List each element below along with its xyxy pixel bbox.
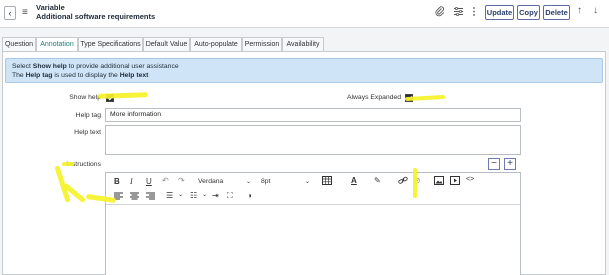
link-icon[interactable] bbox=[398, 176, 408, 187]
bullet-list-chevron-icon[interactable]: ⌄ bbox=[178, 191, 183, 198]
hamburger-menu-icon[interactable]: ≡ bbox=[22, 7, 28, 18]
info-line-1: Select Show help to provide additional u… bbox=[12, 63, 179, 70]
table-icon[interactable] bbox=[322, 176, 332, 187]
settings-sliders-icon[interactable] bbox=[453, 6, 464, 19]
numbered-list-chevron-icon[interactable]: ⌄ bbox=[202, 191, 207, 198]
undo-icon[interactable]: ↶ bbox=[162, 176, 169, 185]
form-header: ‹ ≡ Variable Additional software require… bbox=[0, 0, 609, 28]
help-tag-label: Help tag bbox=[75, 112, 101, 119]
editor-toolbar: B I U ↶ ↷ Verdana ⌄ 8pt ⌄ A ✎ ⊘ <> ☰ ⌄ ☷… bbox=[106, 173, 520, 205]
more-options-icon[interactable] bbox=[470, 6, 478, 19]
attachment-icon[interactable] bbox=[435, 6, 445, 19]
font-size-select[interactable]: 8pt bbox=[261, 178, 270, 185]
help-text-label: Help text bbox=[74, 129, 101, 136]
help-text-textarea[interactable] bbox=[105, 125, 521, 155]
bullet-list-icon[interactable]: ☰ bbox=[166, 191, 173, 200]
copy-button[interactable]: Copy bbox=[517, 5, 540, 20]
tab-question[interactable]: Question bbox=[2, 37, 36, 52]
underline-button[interactable]: U bbox=[146, 177, 152, 186]
tab-annotation[interactable]: Annotation bbox=[36, 37, 78, 52]
image-icon[interactable] bbox=[434, 176, 444, 187]
font-family-chevron-icon[interactable]: ⌄ bbox=[246, 178, 251, 185]
arrow-down-icon[interactable]: ↓ bbox=[593, 5, 598, 16]
arrow-up-icon[interactable]: ↑ bbox=[577, 5, 582, 16]
font-family-select[interactable]: Verdana bbox=[198, 178, 223, 185]
highlight-mark-toolbar bbox=[413, 168, 417, 198]
redo-icon[interactable]: ↷ bbox=[178, 176, 185, 185]
info-line-2: The Help tag is used to display the Help… bbox=[12, 72, 149, 79]
tab-permission[interactable]: Permission bbox=[242, 37, 282, 52]
help-tag-input[interactable]: More information bbox=[105, 108, 521, 122]
tab-default-value[interactable]: Default Value bbox=[143, 37, 190, 52]
record-type-label: Variable bbox=[36, 3, 65, 12]
bold-button[interactable]: B bbox=[114, 177, 120, 186]
instructions-editor[interactable]: B I U ↶ ↷ Verdana ⌄ 8pt ⌄ A ✎ ⊘ <> ☰ ⌄ ☷… bbox=[105, 172, 521, 275]
highlight-mark-instructions bbox=[62, 162, 74, 166]
align-right-icon[interactable] bbox=[146, 192, 155, 202]
tab-availability[interactable]: Availability bbox=[282, 37, 324, 52]
back-button[interactable]: ‹ bbox=[4, 6, 16, 20]
font-size-chevron-icon[interactable]: ⌄ bbox=[305, 178, 310, 185]
tab-auto-populate[interactable]: Auto-populate bbox=[190, 37, 242, 52]
info-message: Select Show help to provide additional u… bbox=[5, 58, 603, 83]
fullscreen-icon[interactable]: ⛶ bbox=[227, 191, 233, 201]
highlight-color-icon[interactable]: ✎ bbox=[374, 176, 381, 185]
record-name-label: Additional software requirements bbox=[36, 12, 156, 21]
collapse-editor-button[interactable]: − bbox=[488, 158, 500, 170]
text-color-icon[interactable]: A bbox=[351, 176, 357, 185]
numbered-list-icon[interactable]: ☷ bbox=[190, 191, 197, 200]
always-expanded-label: Always Expanded bbox=[346, 94, 401, 101]
tab-type-specifications[interactable]: Type Specifications bbox=[78, 37, 143, 52]
annotation-panel: Select Show help to provide additional u… bbox=[2, 51, 606, 275]
indent-icon[interactable]: ⇥ bbox=[212, 191, 219, 200]
show-help-label: Show help bbox=[69, 94, 101, 101]
source-code-icon[interactable]: <> bbox=[466, 176, 474, 183]
align-center-icon[interactable] bbox=[130, 192, 139, 202]
video-icon[interactable] bbox=[450, 176, 460, 187]
update-button[interactable]: Update bbox=[485, 5, 514, 20]
italic-button[interactable]: I bbox=[130, 177, 133, 186]
contrast-icon[interactable]: ◑ bbox=[247, 191, 252, 200]
delete-button[interactable]: Delete bbox=[543, 5, 570, 20]
expand-editor-button[interactable]: + bbox=[504, 158, 516, 170]
